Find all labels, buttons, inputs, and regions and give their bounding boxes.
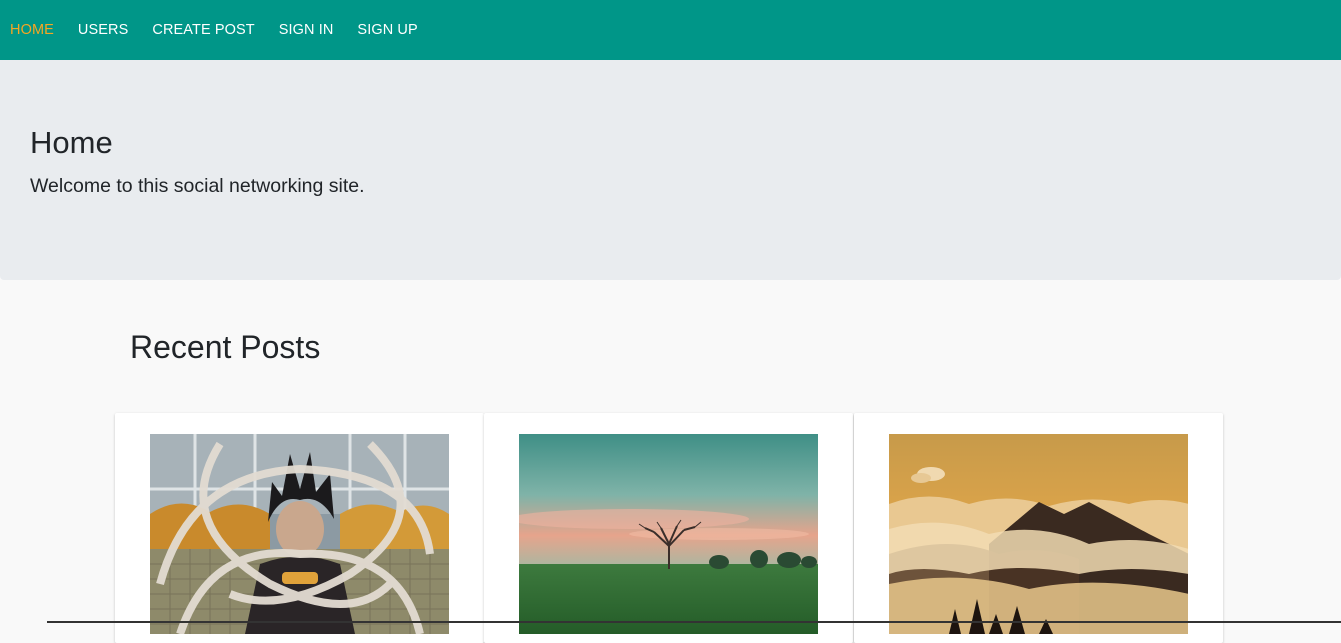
post-image-anime[interactable] (150, 434, 449, 634)
nav-sign-up[interactable]: SIGN UP (357, 22, 417, 38)
post-card[interactable] (484, 413, 853, 643)
nav-sign-in[interactable]: SIGN IN (279, 22, 334, 38)
recent-posts-title: Recent Posts (130, 329, 321, 365)
nav-home[interactable]: HOME (10, 22, 54, 38)
post-card[interactable] (854, 413, 1223, 643)
post-image-sunset-field[interactable] (519, 434, 818, 634)
top-navbar: HOME USERS CREATE POST SIGN IN SIGN UP (0, 0, 1341, 60)
post-card[interactable] (115, 413, 484, 643)
post-image-mountains-clouds[interactable] (889, 434, 1188, 634)
nav-users[interactable]: USERS (78, 22, 128, 38)
page-subtitle: Welcome to this social networking site. (30, 175, 365, 197)
page-title: Home (30, 125, 113, 160)
hero-banner: Home Welcome to this social networking s… (0, 60, 1341, 280)
nav-create-post[interactable]: CREATE POST (152, 22, 254, 38)
